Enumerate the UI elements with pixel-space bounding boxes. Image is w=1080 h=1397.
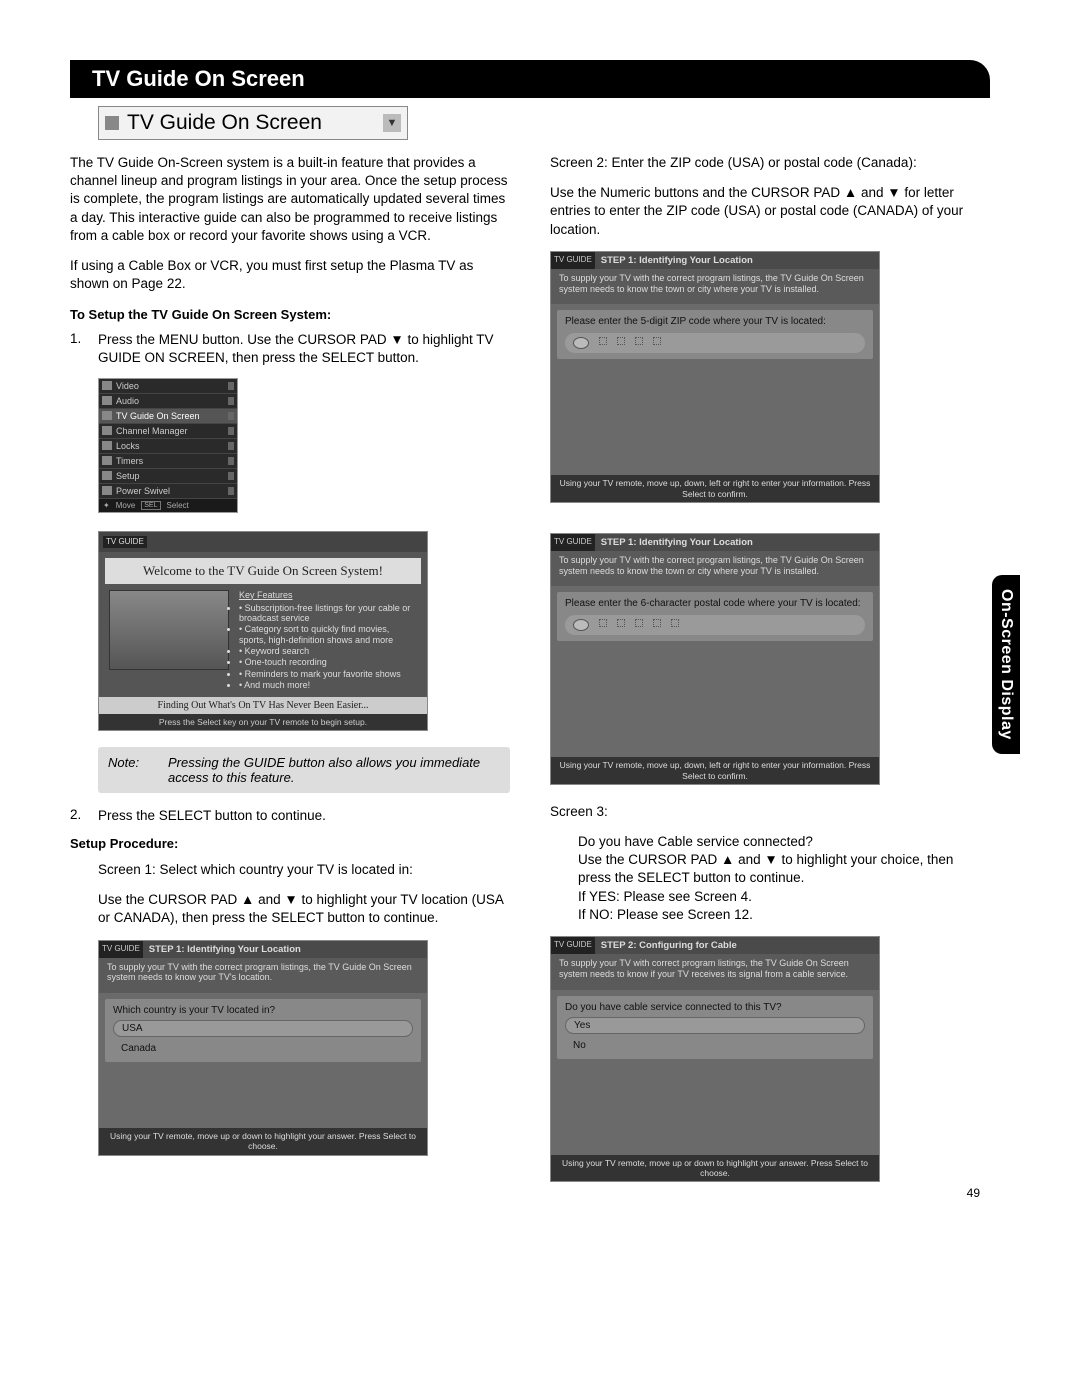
screen3-label: Screen 3:: [550, 803, 990, 821]
wizard-step-title: STEP 2: Configuring for Cable: [595, 937, 879, 954]
wizard-option: Canada: [113, 1041, 413, 1056]
wizard-footer: Using your TV remote, move up or down to…: [99, 1128, 427, 1154]
screen1-body: Use the CURSOR PAD ▲ and ▼ to highlight …: [98, 891, 510, 927]
section-header: TV Guide On Screen: [70, 60, 990, 98]
tvguide-logo: TV GUIDE: [103, 536, 147, 548]
screen1-intro: Screen 1: Select which country your TV i…: [98, 861, 510, 879]
screen3-question: Do you have Cable service connected?: [578, 833, 990, 851]
step-number: 2.: [70, 807, 98, 825]
note-text: Pressing the GUIDE button also allows yo…: [168, 755, 500, 785]
welcome-bar: Welcome to the TV Guide On Screen System…: [105, 558, 421, 584]
intro-paragraph: The TV Guide On-Screen system is a built…: [70, 154, 510, 245]
screen2-body: Use the Numeric buttons and the CURSOR P…: [550, 184, 990, 239]
title-square-icon: [105, 116, 119, 130]
wizard-desc: To supply your TV with the correct progr…: [99, 958, 427, 994]
note-box: Note: Pressing the GUIDE button also all…: [98, 747, 510, 793]
wizard-option: Yes: [565, 1017, 865, 1034]
wizard-footer: Using your TV remote, move up or down to…: [551, 1155, 879, 1181]
wizard-desc: To supply your TV with the correct progr…: [551, 269, 879, 305]
wizard-screenshot-country: TV GUIDE STEP 1: Identifying Your Locati…: [98, 940, 428, 1156]
wizard-step-title: STEP 1: Identifying Your Location: [595, 252, 879, 269]
screen3-body: Use the CURSOR PAD ▲ and ▼ to highlight …: [578, 851, 990, 887]
feature-item: • Keyword search: [239, 646, 417, 656]
wizard-desc: To supply your TV with correct program l…: [551, 954, 879, 990]
title-text: TV Guide On Screen: [127, 111, 383, 135]
wizard-screenshot-postal: TV GUIDE STEP 1: Identifying Your Locati…: [550, 533, 880, 785]
feature-item: • And much more!: [239, 680, 417, 690]
wizard-footer: Using your TV remote, move up, down, lef…: [551, 757, 879, 783]
note-label: Note:: [108, 755, 168, 785]
wizard-step-title: STEP 1: Identifying Your Location: [143, 941, 427, 958]
wizard-question: Do you have cable service connected to t…: [565, 1002, 865, 1013]
wizard-desc: To supply your TV with the correct progr…: [551, 551, 879, 587]
title-box: TV Guide On Screen ▼: [98, 106, 408, 140]
intro-paragraph-2: If using a Cable Box or VCR, you must fi…: [70, 257, 510, 293]
feature-item: • Category sort to quickly find movies, …: [239, 624, 417, 645]
tvguide-logo: TV GUIDE: [551, 937, 595, 954]
wizard-option: USA: [113, 1020, 413, 1037]
feature-item: • Reminders to mark your favorite shows: [239, 669, 417, 679]
tvguide-logo: TV GUIDE: [99, 941, 143, 958]
wizard-footer: Using your TV remote, move up, down, lef…: [551, 475, 879, 501]
welcome-footer-2: Press the Select key on your TV remote t…: [99, 714, 427, 730]
feature-item: • One-touch recording: [239, 657, 417, 667]
procedure-heading: Setup Procedure:: [70, 835, 510, 853]
screen2-intro: Screen 2: Enter the ZIP code (USA) or po…: [550, 154, 990, 172]
welcome-screenshot: TV GUIDE Welcome to the TV Guide On Scre…: [98, 531, 428, 732]
right-column: Screen 2: Enter the ZIP code (USA) or po…: [550, 154, 990, 1200]
menu-screenshot: Video Audio TV Guide On Screen Channel M…: [98, 378, 238, 513]
side-tab: On-Screen Display: [992, 575, 1020, 754]
screen3-yes: If YES: Please see Screen 4.: [578, 888, 990, 906]
wizard-screenshot-cable: TV GUIDE STEP 2: Configuring for Cable T…: [550, 936, 880, 1182]
step-text: Press the SELECT button to continue.: [98, 807, 510, 825]
feature-item: • Subscription-free listings for your ca…: [239, 603, 417, 624]
wizard-question: Please enter the 5-digit ZIP code where …: [565, 316, 865, 327]
wizard-screenshot-zip: TV GUIDE STEP 1: Identifying Your Locati…: [550, 251, 880, 503]
wizard-question: Please enter the 6-character postal code…: [565, 598, 865, 609]
tvguide-logo: TV GUIDE: [551, 252, 595, 269]
tvguide-logo: TV GUIDE: [551, 534, 595, 551]
dropdown-icon: ▼: [383, 114, 401, 132]
welcome-footer-1: Finding Out What's On TV Has Never Been …: [99, 697, 427, 714]
key-features-heading: Key Features: [239, 590, 417, 600]
page-number: 49: [967, 1186, 980, 1200]
step-number: 1.: [70, 331, 98, 367]
wizard-step-title: STEP 1: Identifying Your Location: [595, 534, 879, 551]
left-column: The TV Guide On-Screen system is a built…: [70, 154, 510, 1200]
wizard-option: No: [565, 1038, 865, 1053]
wizard-question: Which country is your TV located in?: [113, 1005, 413, 1016]
tv-illustration: [109, 590, 229, 670]
setup-heading: To Setup the TV Guide On Screen System:: [70, 306, 510, 324]
screen3-no: If NO: Please see Screen 12.: [578, 906, 990, 924]
step-text: Press the MENU button. Use the CURSOR PA…: [98, 331, 510, 367]
